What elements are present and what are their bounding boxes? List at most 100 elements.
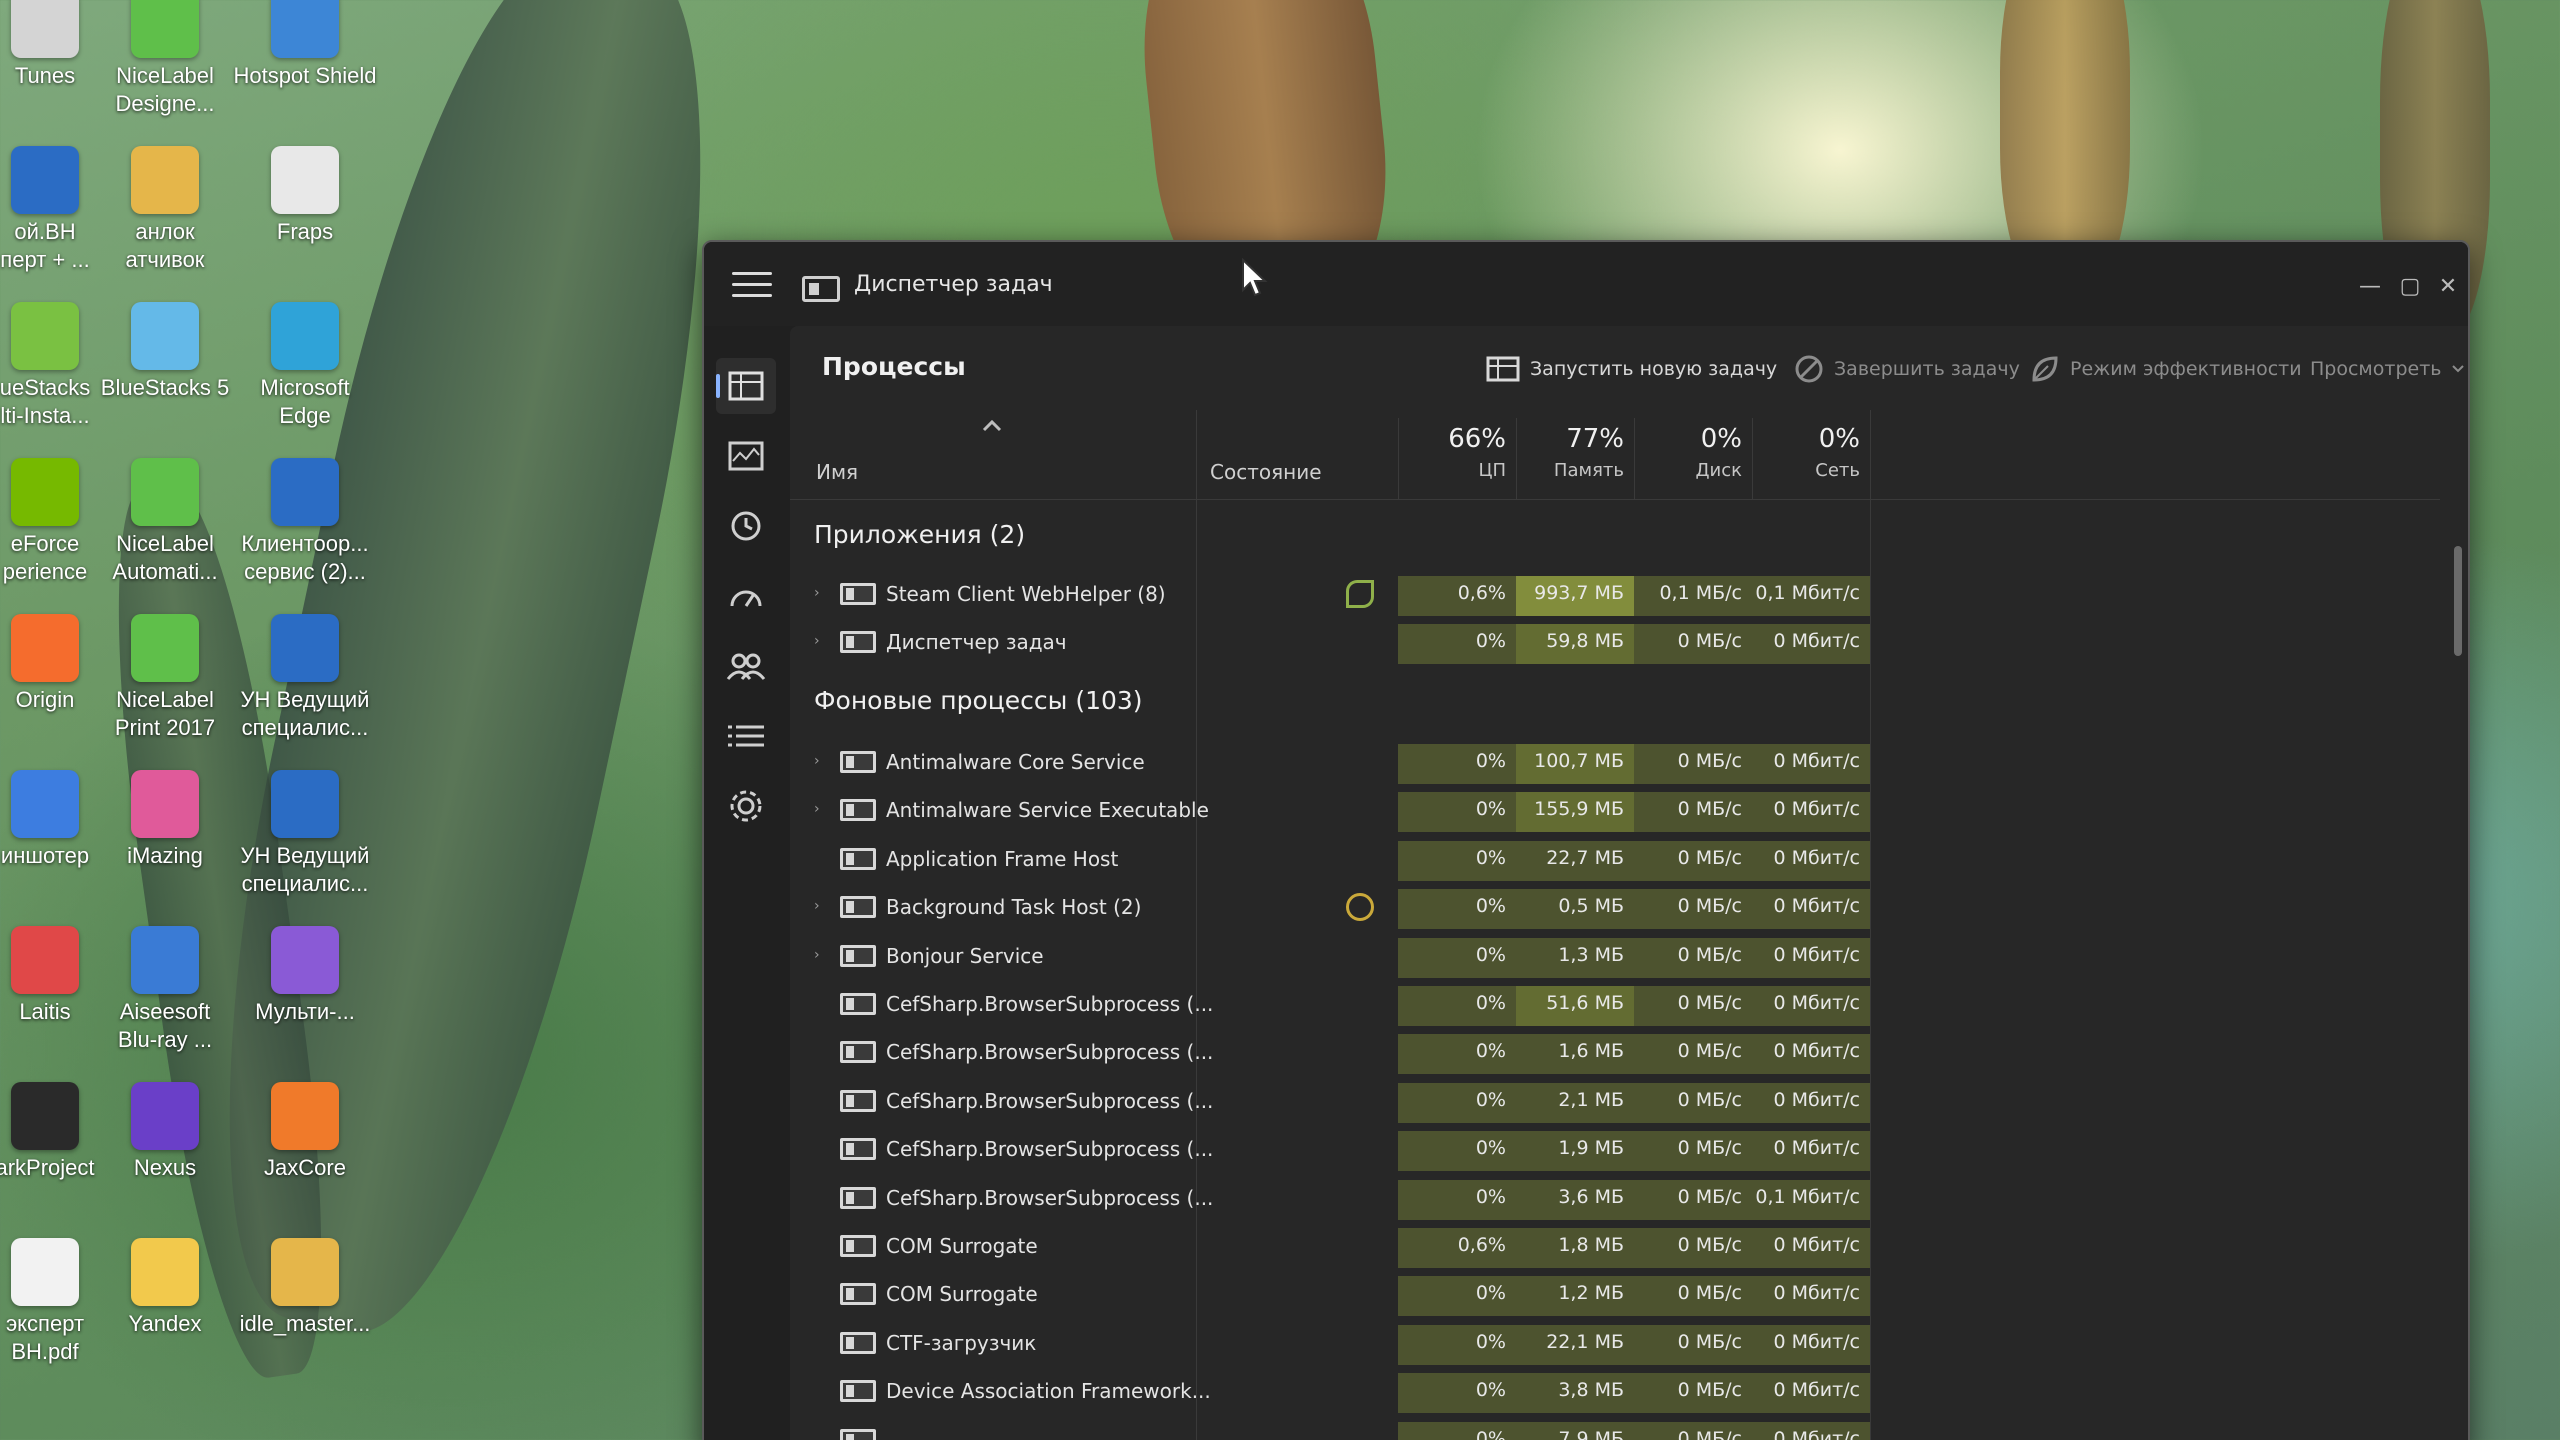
process-row[interactable]: Device Association Framework... 0% 3,8 МБ 0… [790,1367,2440,1415]
desktop-icon-label: idle_master... [239,1311,371,1336]
column-memory[interactable]: 77% Память [1516,418,1634,500]
process-row[interactable]: Application Frame Host 0% 22,7 МБ 0 МБ/с 0 М… [790,835,2440,883]
column-network[interactable]: 0% Сеть [1752,418,1870,500]
nav-users[interactable] [716,638,776,694]
efficiency-mode-button[interactable]: Режим эффективности [2030,354,2302,384]
nav-startup[interactable] [716,568,776,624]
process-memory: 2,1 МБ [1516,1082,1634,1123]
group-apps[interactable]: Приложения (2) [790,506,2440,566]
close-button[interactable]: ✕ [2428,270,2468,304]
process-cpu: 0,6% [1398,1228,1516,1268]
desktop-icon[interactable]: NiceLabel Designe... [90,0,240,118]
column-disk[interactable]: 0% Диск [1634,418,1752,500]
startup-icon [730,590,762,607]
process-row[interactable]: CefSharp.BrowserSubprocess (... 0% 1,6 МБ 0… [790,1028,2440,1076]
expand-chevron-icon[interactable]: › [814,754,826,768]
app-shortcut-icon [271,1238,339,1306]
expand-chevron-icon[interactable]: › [814,586,826,600]
process-icon [840,1235,876,1257]
process-row[interactable]: 0% 7,9 МБ 0 МБ/с 0 Мбит/с [790,1416,2440,1440]
process-row[interactable]: › Steam Client WebHelper (8) 0,6% 993,7 МБ 0… [790,570,2440,618]
minimize-button[interactable]: — [2350,270,2390,304]
process-row[interactable]: › Background Task Host (2) 0% 0,5 МБ 0 МБ/с 0… [790,883,2440,931]
group-background[interactable]: Фоновые процессы (103) [790,672,2440,732]
desktop-icon-label: NiceLabel Automati... [112,531,218,584]
view-dropdown[interactable]: Просмотреть [2310,354,2465,384]
process-row[interactable]: CefSharp.BrowserSubprocess (... 0% 2,1 МБ 0… [790,1077,2440,1125]
process-row[interactable]: › Antimalware Service Executable 0% 155,9 М… [790,786,2440,834]
nav-details[interactable] [716,708,776,764]
desktop-icon[interactable]: Aiseesoft Blu-ray ... [90,926,240,1054]
desktop-icon[interactable]: NiceLabel Print 2017 [90,614,240,742]
desktop-icon[interactable]: NiceLabel Automati... [90,458,240,586]
process-row[interactable]: CefSharp.BrowserSubprocess (... 0% 51,6 МБ… [790,980,2440,1028]
hamburger-menu-icon[interactable] [732,272,772,302]
scrollbar[interactable] [2454,546,2462,656]
process-name: CTF-загрузчик [886,1330,1037,1355]
process-row[interactable]: CefSharp.BrowserSubprocess (... 0% 3,6 МБ 0… [790,1174,2440,1222]
end-task-button[interactable]: Завершить задачу [1794,354,2020,384]
column-status[interactable]: Состояние [1210,460,1322,484]
app-shortcut-icon [131,1238,199,1306]
desktop-icon[interactable]: iMazing [90,770,240,870]
process-network: 0 Мбит/с [1752,744,1870,784]
expand-chevron-icon[interactable]: › [814,634,826,648]
app-shortcut-icon [131,614,199,682]
desktop-icon[interactable]: BlueStacks 5 [90,302,240,402]
process-row[interactable]: › Bonjour Service 0% 1,3 МБ 0 МБ/с 0 Мбит/с [790,932,2440,980]
app-shortcut-icon [11,146,79,214]
process-network: 0 Мбит/с [1752,1421,1870,1440]
desktop-icon[interactable]: Microsoft Edge [230,302,380,430]
process-row[interactable]: › Диспетчер задач 0% 59,8 МБ 0 МБ/с 0 Мбит/с [790,618,2440,666]
process-icon [840,1380,876,1403]
app-shortcut-icon [271,926,339,994]
process-network: 0 Мбит/с [1752,1373,1870,1414]
column-cpu[interactable]: 66% ЦП [1398,418,1516,500]
desktop-icon[interactable]: УН Ведущий специалис... [230,770,380,898]
nav-services[interactable] [716,778,776,834]
expand-chevron-icon[interactable]: › [814,948,826,962]
efficiency-leaf-icon [1346,580,1374,608]
desktop-icon[interactable]: Nexus [90,1082,240,1182]
details-icon [728,725,764,747]
desktop-icon[interactable]: анлок атчивок [90,146,240,274]
process-network: 0 Мбит/с [1752,1131,1870,1172]
desktop-icon[interactable]: Fraps [230,146,380,246]
app-shortcut-icon [11,458,79,526]
desktop-icon-label: JaxCore [264,1155,346,1180]
maximize-button[interactable]: ▢ [2390,270,2430,304]
expand-chevron-icon[interactable]: › [814,802,826,816]
desktop-icon[interactable]: idle_master... [230,1238,380,1338]
services-icon [730,790,762,822]
process-name: CefSharp.BrowserSubprocess (... [886,992,1214,1016]
desktop-icon[interactable]: Клиентоор... сервис (2)... [230,458,380,586]
processes-icon [728,371,764,401]
desktop-icon[interactable]: Yandex [90,1238,240,1338]
desktop-icon[interactable]: Hotspot Shield [230,0,380,90]
cpu-label: ЦП [1478,460,1506,481]
process-name: CefSharp.BrowserSubprocess (... [886,1088,1214,1113]
mouse-cursor-icon [1242,258,1268,297]
desktop-icon[interactable]: JaxCore [230,1082,380,1182]
sort-chevron-up-icon[interactable] [980,416,1004,436]
desktop-icon-label: УН Ведущий специалис... [240,843,370,896]
nav-app-history[interactable] [716,498,776,554]
process-cpu: 0% [1398,1082,1516,1123]
process-row[interactable]: CTF-загрузчик 0% 22,1 МБ 0 МБ/с 0 Мбит/с [790,1319,2440,1367]
process-row[interactable]: COM Surrogate 0,6% 1,8 МБ 0 МБ/с 0 Мбит/с [790,1222,2440,1270]
process-icon [840,896,876,919]
process-row[interactable]: › Antimalware Core Service 0% 100,7 МБ 0 МБ/… [790,738,2440,786]
nav-processes[interactable] [716,358,776,414]
chevron-down-icon [2452,365,2465,373]
expand-chevron-icon[interactable]: › [814,899,826,913]
process-memory: 1,9 МБ [1516,1131,1634,1172]
process-row[interactable]: CefSharp.BrowserSubprocess (... 0% 1,9 МБ 0… [790,1125,2440,1173]
nav-performance[interactable] [716,428,776,484]
process-cpu: 0% [1398,1324,1516,1365]
desktop-icon[interactable]: УН Ведущий специалис... [230,614,380,742]
desktop-icon[interactable]: Мульти-... [230,926,380,1026]
run-new-task-button[interactable]: Запустить новую задачу [1486,354,1777,384]
column-name[interactable]: Имя [816,460,858,484]
process-row[interactable]: COM Surrogate 0% 1,2 МБ 0 МБ/с 0 Мбит/с [790,1270,2440,1318]
process-disk: 0 МБ/с [1634,986,1752,1026]
